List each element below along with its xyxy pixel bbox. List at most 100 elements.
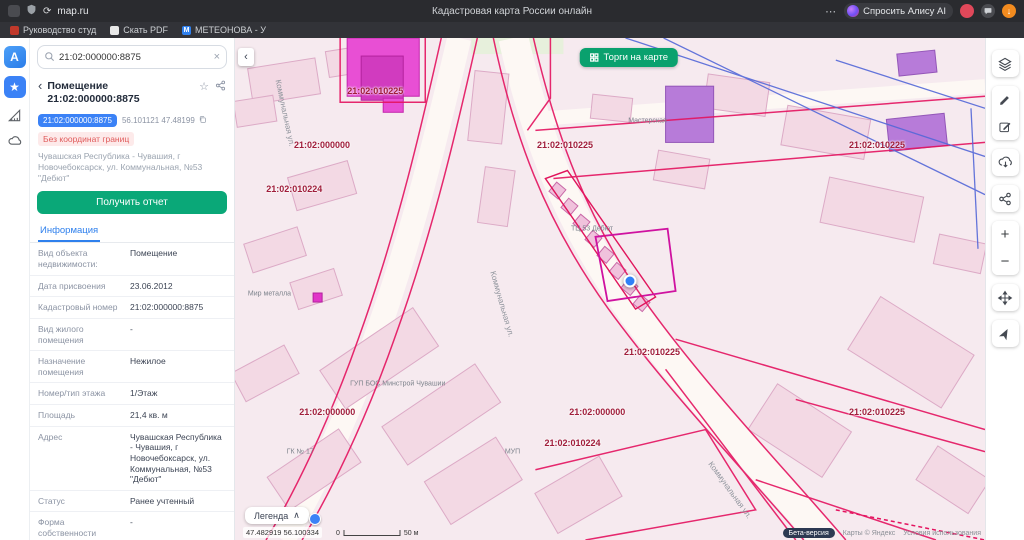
cadastral-number-badge[interactable]: 21:02:000000:8875 [38, 114, 117, 127]
pan-mode-button[interactable] [992, 284, 1019, 311]
bookmark-item[interactable]: Руководство студ [10, 25, 96, 35]
extensions-ellipsis-icon[interactable]: ⋯ [825, 5, 837, 18]
info-label: Вид жилого помещения [38, 324, 124, 345]
share-map-button[interactable] [992, 185, 1019, 212]
info-row: Статус Ранее учтенный [30, 491, 234, 513]
layers-icon [997, 56, 1013, 72]
reload-icon[interactable]: ⟳ [43, 6, 51, 17]
zoom-in-button[interactable]: + [992, 221, 1019, 248]
edit-area-button[interactable] [992, 113, 1019, 140]
bookmarks-bar: Руководство студ Скать PDF M МЕТЕОНОВА -… [0, 22, 1024, 38]
browser-topbar: ⟳ map.ru Кадастровая карта России онлайн… [0, 0, 1024, 22]
app-icon-rail: A ★ [0, 38, 30, 540]
info-label: Вид объекта недвижимости: [38, 248, 124, 269]
info-label: Форма собственности [38, 517, 124, 538]
browser-tab-title[interactable]: Кадастровая карта России онлайн [258, 6, 766, 17]
cadastral-map-canvas[interactable] [235, 38, 985, 540]
plus-icon: + [1001, 227, 1010, 242]
minus-icon: − [1001, 254, 1010, 269]
tab-overview-icon[interactable] [8, 5, 20, 17]
bookmark-item[interactable]: Скать PDF [110, 25, 168, 35]
alice-label: Спросить Алису AI [863, 6, 946, 17]
search-box[interactable]: × [37, 45, 227, 69]
measure-ruler-icon[interactable] [6, 106, 24, 124]
search-icon [44, 51, 55, 64]
downloads-icon[interactable]: ↓ [1002, 4, 1016, 18]
chevron-up-icon: ∧ [293, 510, 300, 521]
info-value: - [130, 517, 226, 538]
cursor-coordinates-readout: 47.482919 56.100334 [243, 527, 322, 538]
favorite-star-icon[interactable]: ☆ [199, 80, 209, 93]
object-info-panel: × ‹ Помещение 21:02:000000:8875 ☆ 21:02:… [30, 38, 235, 540]
info-value: Помещение [130, 248, 226, 269]
info-value: 21:02:000000:8875 [130, 302, 226, 313]
info-label: Номер/тип этажа [38, 388, 124, 399]
chat-bubble-icon[interactable] [981, 4, 995, 18]
info-value: 21,4 кв. м [130, 410, 226, 421]
trades-button-label: Торги на карте [604, 52, 668, 63]
app-logo[interactable]: A [4, 46, 26, 68]
get-report-button[interactable]: Получить отчет [37, 191, 227, 214]
pencil-button[interactable] [992, 86, 1019, 113]
share-nodes-icon [998, 192, 1012, 206]
my-location-button[interactable] [992, 320, 1019, 347]
info-label: Статус [38, 496, 124, 507]
trades-grid-icon [590, 53, 599, 62]
alice-assistant-button[interactable]: Спросить Алису AI [844, 3, 953, 19]
info-row: Вид жилого помещения- [30, 319, 234, 351]
address-bar-url[interactable]: map.ru [57, 6, 88, 17]
selected-object-marker[interactable] [624, 274, 637, 287]
layers-button[interactable] [992, 50, 1019, 77]
zoom-out-button[interactable]: − [992, 248, 1019, 275]
info-value: Ранее учтенный [130, 496, 226, 507]
info-label: Назначение помещения [38, 356, 124, 377]
export-cloud-button[interactable] [992, 149, 1019, 176]
info-value: Чувашская Республика - Чувашия, г Новоче… [130, 432, 226, 485]
object-coordinates: 56.101121 47.48199 [122, 116, 195, 125]
info-row: Вид объекта недвижимости: Помещение [30, 243, 234, 275]
legend-button[interactable]: Легенда ∧ [245, 507, 309, 524]
copy-icon[interactable] [198, 115, 207, 126]
scale-zero-label: 0 [336, 530, 340, 537]
scale-ruler-icon [343, 529, 401, 537]
cloud-icon[interactable] [6, 132, 24, 150]
trades-on-map-button[interactable]: Торги на карте [580, 48, 678, 67]
protect-shield-icon[interactable] [26, 4, 37, 18]
legend-label: Легенда [254, 511, 288, 521]
info-label: Кадастровый номер [38, 302, 124, 313]
info-value: 1/Этаж [130, 388, 226, 399]
back-chevron-icon[interactable]: ‹ [38, 80, 42, 92]
object-title: Помещение 21:02:000000:8875 [47, 80, 194, 106]
browser-window: ⟳ map.ru Кадастровая карта России онлайн… [0, 0, 1024, 540]
favorites-star-button[interactable]: ★ [4, 76, 26, 98]
info-row: Кадастровый номер 21:02:000000:8875 [30, 297, 234, 319]
terms-of-use-link[interactable]: Условия использования [903, 530, 981, 537]
info-value: Нежилое [130, 356, 226, 377]
info-row: Номер/тип этажа 1/Этаж [30, 383, 234, 405]
info-label: Дата присвоения [38, 281, 124, 292]
clear-search-icon[interactable]: × [214, 51, 220, 63]
collapse-panel-button[interactable]: ‹ [238, 48, 254, 66]
alice-orb-icon [847, 5, 859, 17]
info-label: Адрес [38, 432, 124, 485]
search-input[interactable] [59, 52, 210, 63]
object-address-short: Чувашская Республика - Чувашия, г Новоче… [38, 151, 226, 184]
info-table: Вид объекта недвижимости: Помещение Дата … [30, 243, 234, 540]
beta-version-badge: Бета-версия [783, 528, 835, 538]
profile-avatar[interactable] [960, 4, 974, 18]
info-row: Дата присвоения 23.06.2012 [30, 276, 234, 298]
share-icon[interactable] [215, 80, 226, 93]
info-row: АдресЧувашская Республика - Чувашия, г Н… [30, 427, 234, 491]
draw-tools-group [992, 86, 1019, 140]
move-arrows-icon [997, 290, 1013, 306]
info-value: 23.06.2012 [130, 281, 226, 292]
cadastral-map[interactable]: 21:02:010225 21:02:000000 21:02:010225 2… [235, 38, 985, 540]
street-view-pin-icon[interactable] [309, 513, 321, 525]
no-borders-warning: Без координат границ [38, 132, 134, 146]
scale-distance-label: 50 м [404, 530, 419, 537]
panel-tabs: Информация [30, 221, 234, 243]
bookmark-label: МЕТЕОНОВА - У [195, 25, 266, 35]
info-value: - [130, 324, 226, 345]
bookmark-item[interactable]: M МЕТЕОНОВА - У [182, 25, 266, 35]
tab-information[interactable]: Информация [38, 221, 100, 242]
